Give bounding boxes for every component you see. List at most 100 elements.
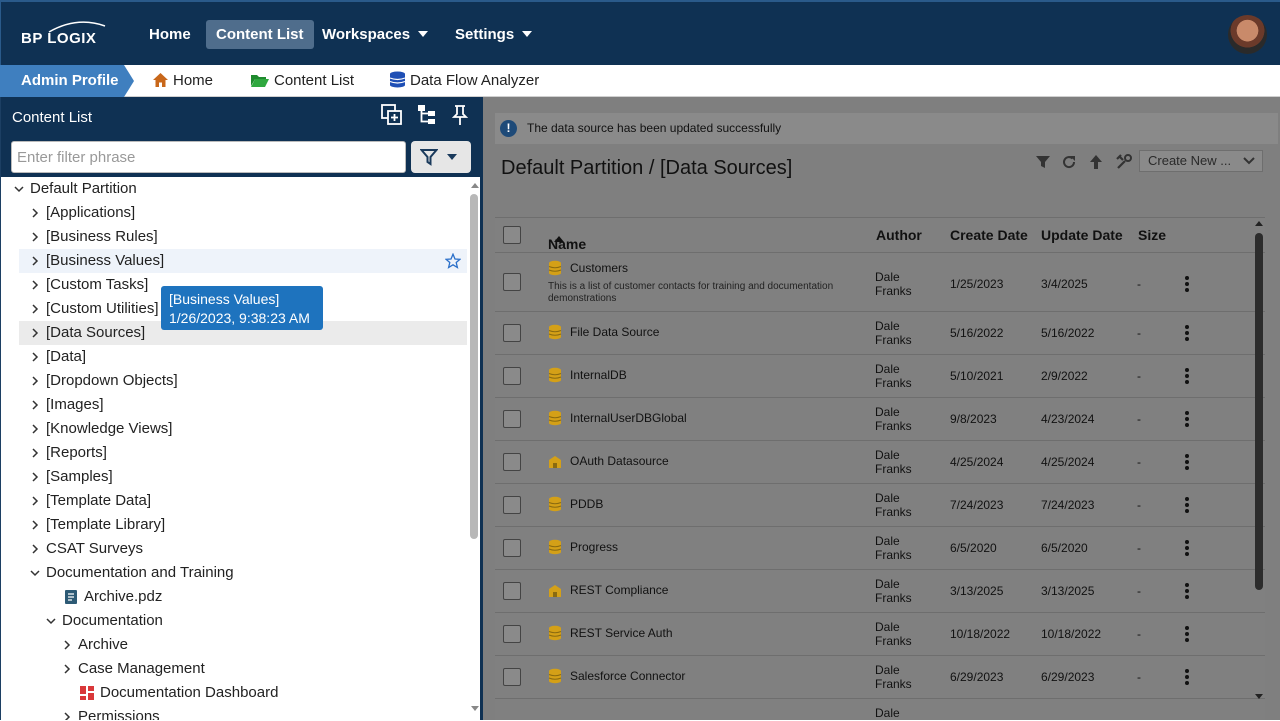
- row-name[interactable]: File Data Source: [570, 325, 659, 339]
- more-options-icon[interactable]: [1185, 669, 1189, 687]
- table-row[interactable]: Customers This is a list of customer con…: [495, 252, 1265, 311]
- more-options-icon[interactable]: [1185, 276, 1189, 294]
- filter-icon[interactable]: [1034, 153, 1052, 171]
- row-checkbox[interactable]: [503, 625, 521, 643]
- more-options-icon[interactable]: [1185, 454, 1189, 472]
- more-options-icon[interactable]: [1185, 497, 1189, 515]
- database-icon: [548, 496, 562, 512]
- nav-home[interactable]: Home: [139, 20, 201, 49]
- tree-node-knowledge-views[interactable]: [Knowledge Views]: [19, 417, 467, 441]
- more-options-icon[interactable]: [1185, 626, 1189, 644]
- tree-node-business-values[interactable]: [Business Values]: [19, 249, 467, 273]
- column-create-date[interactable]: Create Date: [950, 227, 1028, 243]
- table-row[interactable]: File Data Source Dale Franks 5/16/2022 5/…: [495, 311, 1265, 354]
- scroll-up-icon[interactable]: [1254, 219, 1264, 227]
- hierarchy-icon[interactable]: [415, 103, 439, 127]
- scroll-up-icon[interactable]: [470, 181, 480, 189]
- tree-node-reports[interactable]: [Reports]: [19, 441, 467, 465]
- tree-node-applications[interactable]: [Applications]: [19, 201, 467, 225]
- tree-node-documentation-dashboard[interactable]: Documentation Dashboard: [19, 681, 467, 705]
- create-new-dropdown[interactable]: Create New ...: [1139, 150, 1263, 172]
- scroll-down-icon[interactable]: [1254, 693, 1264, 701]
- row-checkbox[interactable]: [503, 273, 521, 291]
- pin-icon[interactable]: [448, 103, 472, 127]
- filter-input[interactable]: [11, 141, 406, 173]
- row-checkbox[interactable]: [503, 582, 521, 600]
- filter-dropdown-button[interactable]: [411, 141, 471, 173]
- table-row[interactable]: Progress Dale Franks 6/5/2020 6/5/2020 -: [495, 526, 1265, 569]
- select-all-checkbox[interactable]: [503, 226, 521, 244]
- table-row[interactable]: Dale: [495, 698, 1265, 721]
- more-options-icon[interactable]: [1185, 411, 1189, 429]
- tree-node-default-partition[interactable]: Default Partition: [1, 177, 467, 201]
- tree-node-archive-pdz[interactable]: Archive.pdz: [19, 585, 467, 609]
- row-checkbox[interactable]: [503, 453, 521, 471]
- row-checkbox[interactable]: [503, 367, 521, 385]
- tree-node-documentation-and-training[interactable]: Documentation and Training: [19, 561, 467, 585]
- row-checkbox[interactable]: [503, 410, 521, 428]
- tree-node-dropdown-objects[interactable]: [Dropdown Objects]: [19, 369, 467, 393]
- tree-node-samples[interactable]: [Samples]: [19, 465, 467, 489]
- table-row[interactable]: OAuth Datasource Dale Franks 4/25/2024 4/…: [495, 440, 1265, 483]
- table-row[interactable]: REST Compliance Dale Franks 3/13/2025 3/1…: [495, 569, 1265, 612]
- add-copy-icon[interactable]: [380, 103, 404, 127]
- nav-content-list[interactable]: Content List: [206, 20, 314, 49]
- admin-profile-tab[interactable]: Admin Profile: [0, 65, 134, 97]
- tree-node-template-data[interactable]: [Template Data]: [19, 489, 467, 513]
- database-icon: [548, 324, 562, 340]
- column-update-date[interactable]: Update Date: [1041, 227, 1123, 243]
- more-options-icon[interactable]: [1185, 368, 1189, 386]
- row-checkbox[interactable]: [503, 539, 521, 557]
- row-name[interactable]: REST Compliance: [570, 583, 668, 597]
- row-name[interactable]: InternalDB: [570, 368, 627, 382]
- table-row[interactable]: REST Service Auth Dale Franks 10/18/2022 …: [495, 612, 1265, 655]
- more-options-icon[interactable]: [1185, 583, 1189, 601]
- row-name[interactable]: Customers: [570, 261, 628, 275]
- bplogix-logo[interactable]: BP LOGIX: [19, 20, 109, 48]
- table-row[interactable]: Salesforce Connector Dale Franks 6/29/202…: [495, 655, 1265, 698]
- tree-node-images[interactable]: [Images]: [19, 393, 467, 417]
- tree-node-csat-surveys[interactable]: CSAT Surveys: [19, 537, 467, 561]
- tree-node-data[interactable]: [Data]: [19, 345, 467, 369]
- breadcrumb-content-list[interactable]: Content List: [250, 65, 354, 97]
- refresh-icon[interactable]: [1060, 153, 1078, 171]
- row-name[interactable]: Salesforce Connector: [570, 669, 685, 683]
- table-row[interactable]: InternalUserDBGlobal Dale Franks 9/8/2023…: [495, 397, 1265, 440]
- tree-node-template-library[interactable]: [Template Library]: [19, 513, 467, 537]
- more-options-icon[interactable]: [1185, 325, 1189, 343]
- tree-node-documentation[interactable]: Documentation: [19, 609, 467, 633]
- scroll-thumb[interactable]: [1255, 233, 1263, 590]
- column-author[interactable]: Author: [876, 227, 922, 243]
- arrow-up-icon[interactable]: [1087, 153, 1105, 171]
- tools-icon[interactable]: [1115, 153, 1133, 171]
- scroll-down-icon[interactable]: [470, 705, 480, 713]
- tree-node-archive[interactable]: Archive: [19, 633, 467, 657]
- column-size[interactable]: Size: [1138, 227, 1166, 243]
- tree-node-label: [Data]: [46, 348, 87, 365]
- table-row[interactable]: PDDB Dale Franks 7/24/2023 7/24/2023 -: [495, 483, 1265, 526]
- row-checkbox[interactable]: [503, 668, 521, 686]
- row-checkbox[interactable]: [503, 496, 521, 514]
- breadcrumb-data-flow-analyzer[interactable]: Data Flow Analyzer: [389, 65, 539, 97]
- row-author: Dale: [875, 706, 900, 720]
- nav-settings[interactable]: Settings: [445, 20, 542, 49]
- row-author: Dale Franks: [875, 534, 912, 562]
- row-name[interactable]: Progress: [570, 540, 618, 554]
- row-size: -: [1137, 455, 1141, 469]
- tree-node-permissions[interactable]: Permissions: [19, 705, 467, 720]
- more-options-icon[interactable]: [1185, 540, 1189, 558]
- user-avatar[interactable]: [1228, 15, 1267, 54]
- nav-workspaces[interactable]: Workspaces: [312, 20, 438, 49]
- tree-node-business-rules[interactable]: [Business Rules]: [19, 225, 467, 249]
- row-name[interactable]: InternalUserDBGlobal: [570, 411, 687, 425]
- table-row[interactable]: InternalDB Dale Franks 5/10/2021 2/9/2022…: [495, 354, 1265, 397]
- star-icon[interactable]: [445, 253, 461, 269]
- table-scrollbar[interactable]: [1253, 217, 1265, 720]
- row-name[interactable]: PDDB: [570, 497, 603, 511]
- tree-node-case-management[interactable]: Case Management: [19, 657, 467, 681]
- row-checkbox[interactable]: [503, 324, 521, 342]
- breadcrumb-home[interactable]: Home: [152, 65, 213, 97]
- row-name[interactable]: OAuth Datasource: [570, 454, 669, 468]
- row-name[interactable]: REST Service Auth: [570, 626, 673, 640]
- tree-scrollbar[interactable]: [470, 194, 478, 539]
